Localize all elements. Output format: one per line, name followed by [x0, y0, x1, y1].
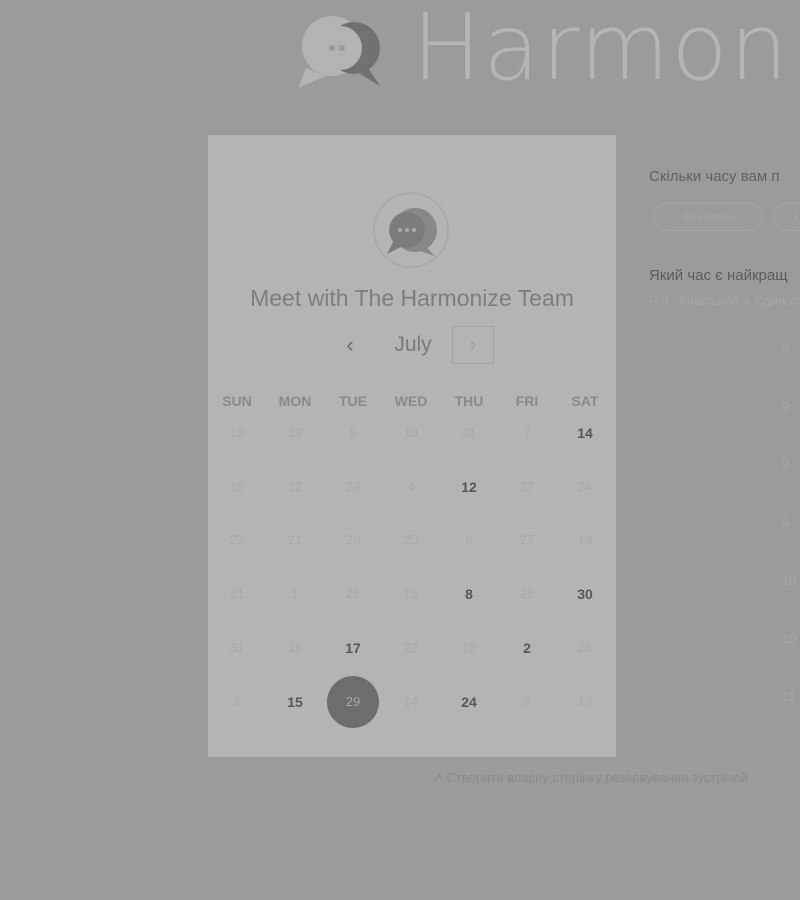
- calendar-day: 29: [345, 478, 361, 494]
- calendar-day: 7: [523, 425, 531, 440]
- calendar-day: 31: [229, 639, 245, 655]
- calendar-day: 26: [345, 586, 361, 602]
- next-month-button[interactable]: ›: [452, 326, 494, 364]
- team-avatar: [373, 192, 449, 268]
- calendar-day: 26: [519, 586, 535, 602]
- time-slot[interactable]: 9: [782, 448, 800, 482]
- calendar-day: 1: [291, 586, 299, 602]
- calendar-day: 27: [519, 532, 535, 548]
- time-slot[interactable]: 10: [782, 622, 800, 656]
- prev-month-button[interactable]: ‹: [338, 329, 362, 361]
- calendar-day: 20: [345, 532, 361, 548]
- calendar-day: 24: [577, 478, 593, 494]
- calendar-day: 18: [461, 639, 477, 655]
- calendar-day-selected[interactable]: 29: [324, 675, 382, 729]
- chat-bubble-logo-icon: [298, 16, 380, 88]
- calendar-day[interactable]: 24: [440, 675, 498, 729]
- calendar-day: 13: [577, 693, 593, 709]
- duration-option-1[interactable]: 1: [773, 203, 800, 231]
- calendar-day: 18: [229, 478, 245, 494]
- calendar-day: 14: [403, 693, 419, 709]
- create-booking-page-label: Створити власну сторінку резервування зу…: [446, 770, 748, 785]
- chat-bubble-icon: [387, 208, 437, 256]
- share-icon: ↗: [432, 770, 443, 785]
- calendar-day: 9: [349, 425, 357, 440]
- time-question: Який час є найкращ: [649, 267, 788, 284]
- calendar-day[interactable]: 30: [556, 567, 614, 621]
- calendar-day: 12: [287, 478, 303, 494]
- calendar-day: 20: [403, 532, 419, 548]
- calendar-day: 4: [407, 478, 415, 494]
- calendar-day: 29: [287, 425, 303, 440]
- calendar-day[interactable]: 12: [440, 460, 498, 514]
- month-label: July: [394, 333, 432, 356]
- calendar-day[interactable]: 2: [498, 621, 556, 675]
- calendar-day: 26: [577, 639, 593, 655]
- time-slot[interactable]: 10: [782, 564, 800, 598]
- calendar-day: 5: [523, 693, 531, 709]
- time-slot[interactable]: 9: [782, 390, 800, 424]
- calendar-day: 22: [403, 639, 419, 655]
- calendar-day[interactable]: 17: [324, 621, 382, 675]
- calendar-day[interactable]: 15: [266, 675, 324, 729]
- duration-option-30[interactable]: 30 хвилин: [653, 203, 763, 231]
- calendar-day[interactable]: 8: [440, 567, 498, 621]
- scheduler-card: Meet with The Harmonize Team ‹ July › SU…: [208, 135, 616, 757]
- calendar-day: 19: [577, 532, 593, 548]
- time-slot[interactable]: 9: [782, 506, 800, 540]
- timezone-text[interactable]: Ч.п.: Київський зі Єдиносе: [649, 293, 800, 308]
- duration-question: Скільки часу вам п: [649, 168, 780, 185]
- time-slot[interactable]: 11: [782, 680, 800, 714]
- booking-panel: Скільки часу вам п 30 хвилин 1 Який час …: [649, 0, 800, 900]
- calendar-day: 16: [287, 639, 303, 655]
- calendar-day[interactable]: 14: [556, 406, 614, 460]
- month-navigation: ‹ July ›: [208, 325, 616, 367]
- calendar-day: 27: [519, 478, 535, 494]
- time-slot[interactable]: 9: [782, 332, 800, 366]
- calendar-day: 21: [287, 532, 303, 548]
- create-booking-page-link[interactable]: ↗ Створити власну сторінку резервування …: [432, 770, 748, 786]
- calendar-day: 19: [403, 425, 419, 440]
- calendar-day: 21: [229, 586, 245, 602]
- calendar-day: 22: [229, 532, 245, 548]
- calendar-day: 6: [465, 532, 473, 548]
- calendar-day: 2: [233, 693, 241, 709]
- calendar-day: 15: [403, 586, 419, 602]
- calendar-day: 13: [229, 425, 245, 440]
- scheduler-title: Meet with The Harmonize Team: [250, 285, 574, 311]
- calendar-day: 31: [461, 425, 477, 440]
